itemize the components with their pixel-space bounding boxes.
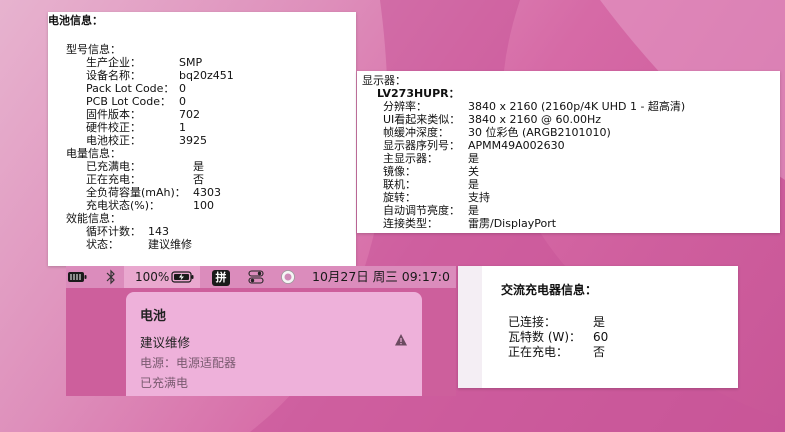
display-name: LV273HUPR： bbox=[377, 87, 460, 100]
display-info-title: 显示器： bbox=[362, 74, 406, 87]
online-label: 联机： bbox=[383, 178, 416, 191]
state-of-charge-value: 100 bbox=[193, 199, 214, 212]
battery-percent-text: 100% bbox=[135, 270, 170, 284]
rotation-value: 支持 bbox=[468, 191, 490, 204]
charging-value: 否 bbox=[193, 173, 204, 186]
connection-type-label: 连接类型： bbox=[383, 217, 438, 230]
warning-icon bbox=[394, 332, 408, 351]
display-info-panel: 显示器： LV273HUPR： 分辨率： 3840 x 2160 (2160p/… bbox=[357, 71, 780, 233]
device-name-label: 设备名称： bbox=[86, 69, 141, 82]
ui-looks-like-label: UI看起来类似： bbox=[383, 113, 461, 126]
mirror-label: 镜像： bbox=[383, 165, 416, 178]
siri-icon[interactable] bbox=[280, 266, 296, 288]
auto-brightness-label: 自动调节亮度： bbox=[383, 204, 460, 217]
rotation-label: 旋转： bbox=[383, 191, 416, 204]
cycle-count-value: 143 bbox=[148, 225, 169, 238]
battery-info-title: 电池信息： bbox=[48, 14, 103, 27]
resolution-value: 3840 x 2160 (2160p/4K UHD 1 - 超高清) bbox=[468, 100, 686, 113]
wattage-value: 60 bbox=[593, 330, 609, 344]
battery-status-menu: 电池 建议维修 电源：电源适配器 已充满电 bbox=[126, 292, 422, 396]
cell-revision-value: 3925 bbox=[179, 134, 207, 147]
full-capacity-value: 4303 bbox=[193, 186, 221, 199]
model-info-header: 型号信息： bbox=[66, 43, 121, 56]
wattage-label: 瓦特数 (W)： bbox=[508, 330, 582, 344]
firmware-version-label: 固件版本： bbox=[86, 108, 141, 121]
ac-charger-title: 交流充电器信息： bbox=[501, 283, 598, 297]
fully-charged-status: 已充满电 bbox=[140, 376, 189, 390]
cycle-count-label: 循环计数： bbox=[86, 225, 141, 238]
menu-bar: 100% 拼 10月27日 周三 09:17:0 bbox=[66, 266, 456, 288]
ac-charging-value: 否 bbox=[593, 345, 606, 359]
battery-menu-extra[interactable]: 100% bbox=[124, 266, 200, 288]
manufacturer-value: SMP bbox=[179, 56, 203, 69]
auto-brightness-value: 是 bbox=[468, 204, 479, 217]
connected-label: 已连接： bbox=[508, 315, 557, 329]
hardware-revision-value: 1 bbox=[179, 121, 186, 134]
main-display-value: 是 bbox=[468, 152, 479, 165]
battery-info-panel: 电池信息： 型号信息： 生产企业： SMP 设备名称： bq20z451 Pac… bbox=[48, 12, 356, 266]
battery-menu-title: 电池 bbox=[140, 309, 167, 324]
state-of-charge-label: 充电状态(%)： bbox=[86, 199, 161, 212]
condition-label: 状态： bbox=[86, 238, 119, 251]
bluetooth-icon[interactable] bbox=[104, 266, 118, 288]
main-display-label: 主显示器： bbox=[383, 152, 438, 165]
firmware-version-value: 702 bbox=[179, 108, 200, 121]
control-center-icon[interactable] bbox=[247, 266, 265, 288]
ac-charger-info-panel: 交流充电器信息： 已连接： 是 瓦特数 (W)： 60 正在充电： 否 bbox=[458, 266, 738, 388]
display-serial-value: APMM49A002630 bbox=[468, 139, 565, 152]
fully-charged-value: 是 bbox=[193, 160, 204, 173]
ac-charging-label: 正在充电： bbox=[508, 345, 569, 359]
framebuffer-depth-label: 帧缓冲深度： bbox=[383, 126, 449, 139]
ui-looks-like-value: 3840 x 2160 @ 60.00Hz bbox=[468, 113, 602, 126]
menubar-clock[interactable]: 10月27日 周三 09:17:0 bbox=[312, 266, 450, 288]
input-method-label: 拼 bbox=[212, 270, 230, 286]
pack-lot-code-value: 0 bbox=[179, 82, 186, 95]
pcb-lot-code-label: PCB Lot Code： bbox=[86, 95, 171, 108]
health-info-header: 效能信息： bbox=[66, 212, 121, 225]
input-method-menu[interactable]: 拼 bbox=[212, 266, 232, 288]
charging-label: 正在充电： bbox=[86, 173, 141, 186]
framebuffer-depth-value: 30 位彩色 (ARGB2101010) bbox=[468, 126, 611, 139]
device-name-value: bq20z451 bbox=[179, 69, 234, 82]
connection-type-value: 雷雳/DisplayPort bbox=[468, 217, 557, 230]
display-serial-label: 显示器序列号： bbox=[383, 139, 460, 152]
resolution-label: 分辨率： bbox=[383, 100, 427, 113]
online-value: 是 bbox=[468, 178, 479, 191]
charge-info-header: 电量信息： bbox=[66, 147, 121, 160]
pack-lot-code-label: Pack Lot Code： bbox=[86, 82, 175, 95]
battery-level-icon[interactable] bbox=[66, 266, 88, 288]
service-recommended-item[interactable]: 建议维修 bbox=[140, 332, 190, 351]
pcb-lot-code-value: 0 bbox=[179, 95, 186, 108]
fully-charged-label: 已充满电： bbox=[86, 160, 141, 173]
mirror-value: 关 bbox=[468, 165, 479, 178]
cell-revision-label: 电池校正： bbox=[86, 134, 141, 147]
connected-value: 是 bbox=[593, 315, 606, 329]
panel-sidebar-strip bbox=[458, 266, 482, 388]
power-source-text: 电源：电源适配器 bbox=[140, 356, 237, 370]
condition-value: 建议维修 bbox=[148, 238, 192, 251]
full-capacity-label: 全负荷容量(mAh)： bbox=[86, 186, 186, 199]
hardware-revision-label: 硬件校正： bbox=[86, 121, 141, 134]
manufacturer-label: 生产企业： bbox=[86, 56, 141, 69]
